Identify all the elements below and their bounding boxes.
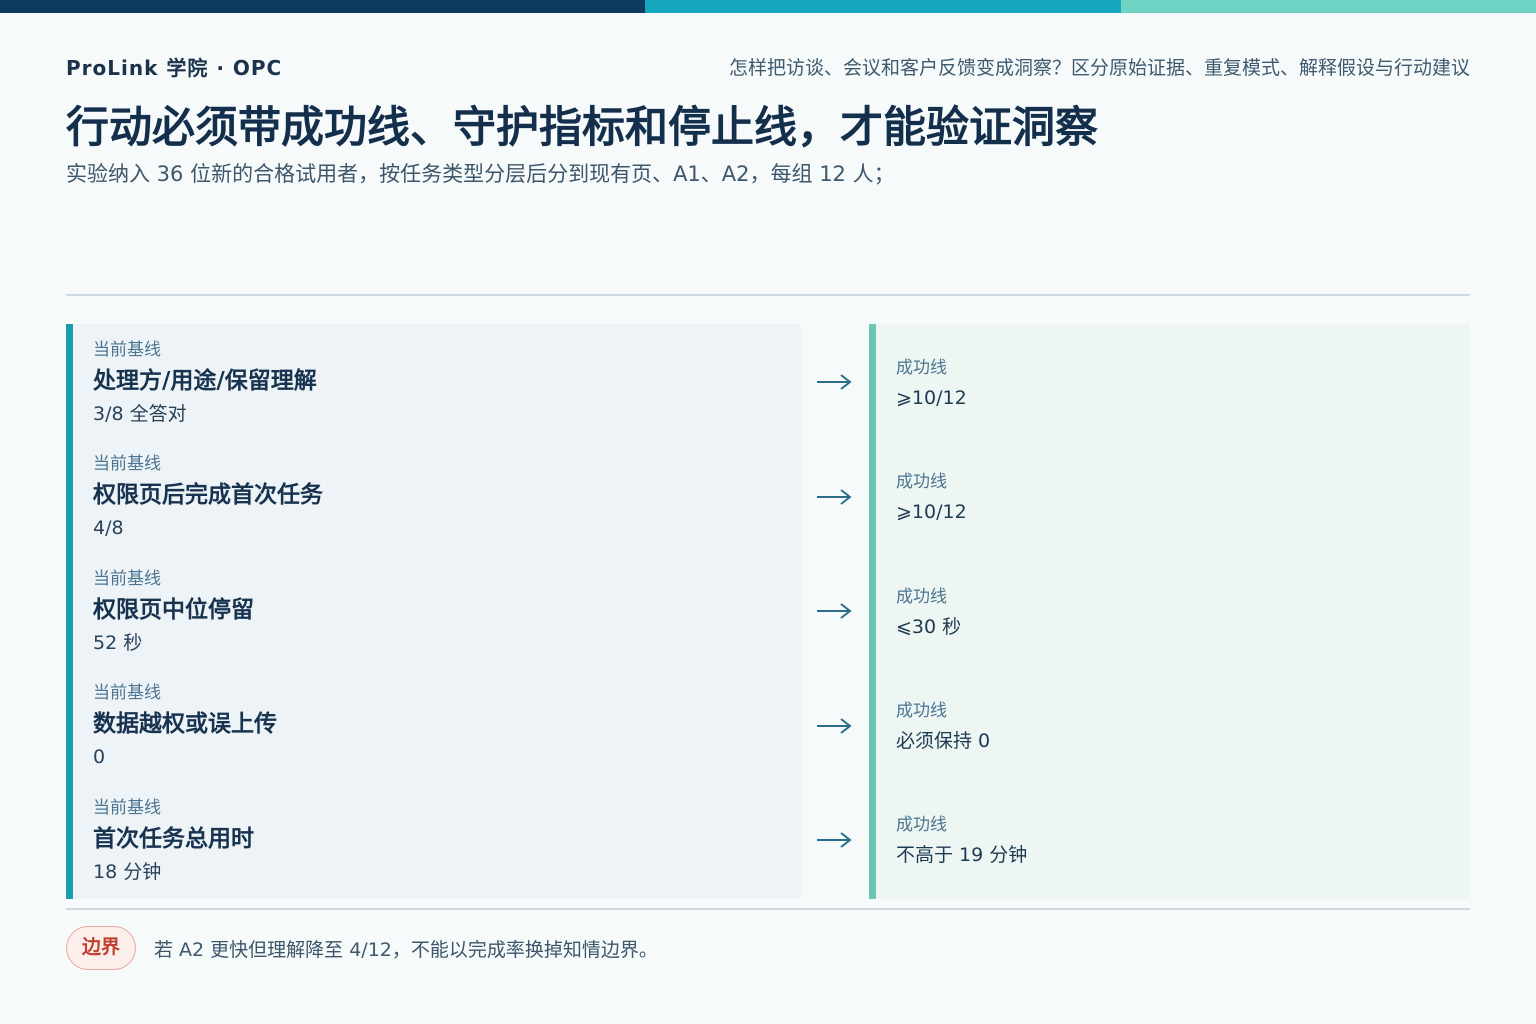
baseline-item: 当前基线 首次任务总用时 18 分钟 — [93, 798, 254, 908]
metric-name: 处理方/用途/保留理解 — [93, 368, 317, 394]
success-item: 成功线 ⩾10/12 — [896, 358, 967, 418]
success-item: 成功线 ⩽30 秒 — [896, 587, 961, 647]
baseline-item: 当前基线 权限页后完成首次任务 4/8 — [93, 454, 323, 564]
success-label: 成功线 — [896, 815, 947, 835]
baseline-label: 当前基线 — [93, 798, 161, 818]
success-value: ⩾10/12 — [896, 387, 967, 409]
baseline-item: 当前基线 处理方/用途/保留理解 3/8 全答对 — [93, 340, 317, 450]
success-item: 成功线 不高于 19 分钟 — [896, 815, 1027, 875]
metric-name: 权限页后完成首次任务 — [93, 482, 323, 508]
accent-bar-dark — [0, 0, 645, 13]
guiding-question: 怎样把访谈、会议和客户反馈变成洞察？区分原始证据、重复模式、解释假设与行动建议 — [728, 57, 1470, 79]
success-value: ⩽30 秒 — [896, 616, 962, 638]
metric-name: 权限页中位停留 — [93, 597, 254, 623]
success-label: 成功线 — [896, 358, 947, 378]
baseline-value: 0 — [93, 746, 106, 768]
success-value: 不高于 19 分钟 — [896, 844, 1028, 866]
baseline-value: 4/8 — [93, 517, 124, 539]
baseline-panel: 当前基线 处理方/用途/保留理解 3/8 全答对 当前基线 权限页后完成首次任务… — [66, 324, 801, 899]
success-label: 成功线 — [896, 472, 947, 492]
baseline-value: 3/8 全答对 — [93, 403, 187, 425]
baseline-label: 当前基线 — [93, 340, 161, 360]
boundary-note: 若 A2 更快但理解降至 4/12，不能以完成率换掉知情边界。 — [154, 939, 658, 961]
boundary-badge: 边界 — [66, 926, 136, 970]
right-arrow-icon — [815, 716, 853, 736]
page-subtitle: 实验纳入 36 位新的合格试用者，按任务类型分层后分到现有页、A1、A2，每组 … — [66, 162, 895, 186]
right-arrow-icon — [815, 372, 853, 392]
baseline-item: 当前基线 数据越权或误上传 0 — [93, 683, 277, 793]
right-arrow-icon — [815, 487, 853, 507]
right-arrow-icon — [815, 601, 853, 621]
right-arrow-icon — [815, 830, 853, 850]
success-label: 成功线 — [896, 587, 947, 607]
page-title: 行动必须带成功线、守护指标和停止线，才能验证洞察 — [66, 103, 1098, 153]
bottom-divider — [66, 908, 1470, 910]
accent-bar-light — [1121, 0, 1536, 13]
metric-name: 数据越权或误上传 — [93, 711, 277, 737]
top-accent-bar — [0, 0, 1536, 13]
top-divider — [66, 294, 1470, 296]
baseline-item: 当前基线 权限页中位停留 52 秒 — [93, 569, 254, 679]
baseline-label: 当前基线 — [93, 569, 161, 589]
metric-name: 首次任务总用时 — [93, 826, 254, 852]
brand-label: ProLink 学院 · OPC — [66, 56, 283, 80]
success-value: 必须保持 0 — [896, 730, 991, 752]
success-label: 成功线 — [896, 701, 947, 721]
accent-bar-mid — [645, 0, 1121, 13]
baseline-value: 52 秒 — [93, 632, 143, 654]
success-value: ⩾10/12 — [896, 501, 967, 523]
baseline-value: 18 分钟 — [93, 861, 162, 883]
baseline-label: 当前基线 — [93, 454, 161, 474]
baseline-label: 当前基线 — [93, 683, 161, 703]
success-panel: 成功线 ⩾10/12 成功线 ⩾10/12 成功线 ⩽30 秒 成功线 必须保持… — [869, 324, 1470, 899]
success-item: 成功线 必须保持 0 — [896, 701, 990, 761]
success-item: 成功线 ⩾10/12 — [896, 472, 967, 532]
